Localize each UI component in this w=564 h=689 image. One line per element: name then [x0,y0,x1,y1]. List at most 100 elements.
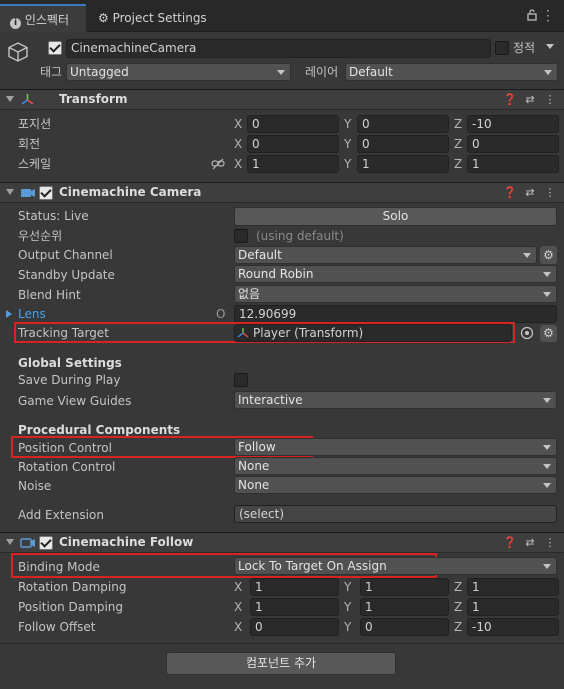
save-during-play-checkbox[interactable] [234,373,248,387]
position-z-field[interactable]: -10 [467,115,559,133]
tag-label: 태그 [40,65,63,79]
foldout-arrow-icon[interactable] [6,189,14,195]
tracking-target-field[interactable]: Player (Transform) [234,324,512,342]
rotation-damping-y-field[interactable]: 1 [360,578,449,596]
add-extension-dropdown[interactable]: (select) [234,505,557,523]
game-view-guides-label: Game View Guides [18,394,132,408]
standby-update-label: Standby Update [18,268,115,282]
more-icon[interactable]: ⋮ [543,93,557,107]
lens-label[interactable]: Lens [18,305,46,323]
axis-x[interactable]: X [234,135,242,153]
game-view-guides-dropdown[interactable]: Interactive [234,391,557,409]
axis-z[interactable]: Z [454,135,462,153]
gear-icon[interactable]: ⚙ [540,246,557,264]
gear-icon: ⚙ [98,11,109,25]
axis-x[interactable]: X [234,115,242,133]
lens-field[interactable]: 12.90699 [234,305,557,323]
foldout-arrow-icon[interactable] [6,96,14,102]
binding-mode-dropdown[interactable]: Lock To Target On Assign [234,557,557,575]
layer-label: 레이어 [305,65,339,79]
add-component-button[interactable]: 컴포넌트 추가 [166,652,396,675]
lock-icon[interactable] [526,9,538,21]
axis-x[interactable]: X [234,578,242,596]
gameobject-cube-icon [6,40,30,64]
scale-label: 스케일 [18,157,52,171]
transform-header[interactable]: Transform ❓ ⇄ ⋮ [0,89,564,110]
foldout-arrow-icon[interactable] [6,539,14,545]
scale-x-field[interactable]: 1 [247,155,339,173]
output-channel-label: Output Channel [18,248,113,262]
preset-icon[interactable]: ⇄ [523,186,537,200]
position-y-field[interactable]: 0 [357,115,449,133]
help-icon[interactable]: ❓ [503,536,517,550]
rotation-z-field[interactable]: 0 [467,135,559,153]
cinemachine-follow-header[interactable]: Cinemachine Follow ❓ ⇄ ⋮ [0,532,564,553]
axis-y[interactable]: Y [344,598,351,616]
position-damping-label: Position Damping [18,600,123,614]
help-icon[interactable]: ❓ [503,93,517,107]
static-dropdown-icon[interactable] [546,44,554,49]
axis-y[interactable]: Y [344,618,351,636]
scale-z-field[interactable]: 1 [467,155,559,173]
preset-icon[interactable]: ⇄ [523,536,537,550]
transform-icon [237,327,249,339]
rotation-y-field[interactable]: 0 [357,135,449,153]
axis-y[interactable]: Y [344,578,351,596]
preset-icon[interactable]: ⇄ [523,93,537,107]
position-control-dropdown[interactable]: Follow [234,438,557,456]
axis-z[interactable]: Z [454,155,462,173]
more-menu-icon[interactable]: · · · [546,5,552,27]
object-picker-icon[interactable] [520,326,534,340]
axis-z[interactable]: Z [454,618,462,636]
static-checkbox[interactable] [495,41,509,55]
transform-icon [20,92,35,107]
active-checkbox[interactable] [48,41,62,55]
object-name-field[interactable]: CinemachineCamera [66,39,491,58]
axis-y[interactable]: Y [344,115,351,133]
position-control-label: Position Control [18,441,112,455]
procedural-components-heading: Procedural Components [18,423,181,437]
standby-update-dropdown[interactable]: Round Robin [234,265,557,283]
rotation-control-dropdown[interactable]: None [234,457,557,475]
constrain-proportions-icon[interactable] [211,158,225,170]
component-enabled-checkbox[interactable] [39,536,53,550]
rotation-damping-x-field[interactable]: 1 [250,578,339,596]
follow-offset-z-field[interactable]: -10 [467,618,559,636]
gear-icon[interactable]: ⚙ [540,325,557,342]
status-label: Status: Live [18,209,89,223]
position-damping-x-field[interactable]: 1 [250,598,339,616]
follow-offset-x-field[interactable]: 0 [250,618,339,636]
position-damping-z-field[interactable]: 1 [467,598,559,616]
help-icon[interactable]: ❓ [503,186,517,200]
blend-hint-label: Blend Hint [18,288,81,302]
axis-z[interactable]: Z [454,578,462,596]
noise-dropdown[interactable]: None [234,476,557,494]
axis-z[interactable]: Z [454,598,462,616]
rotation-damping-z-field[interactable]: 1 [467,578,559,596]
position-damping-y-field[interactable]: 1 [360,598,449,616]
tab-project-settings[interactable]: ⚙ Project Settings [88,4,218,32]
axis-y[interactable]: Y [344,155,351,173]
tag-dropdown[interactable]: Untagged [66,63,291,81]
follow-offset-y-field[interactable]: 0 [360,618,449,636]
solo-button[interactable]: Solo [234,207,557,226]
output-channel-dropdown[interactable]: Default [234,246,537,264]
more-icon[interactable]: ⋮ [543,536,557,550]
scale-y-field[interactable]: 1 [357,155,449,173]
axis-x[interactable]: X [234,618,242,636]
axis-x[interactable]: X [234,598,242,616]
lens-foldout-icon[interactable] [6,310,12,318]
layer-dropdown[interactable]: Default [345,63,558,81]
position-x-field[interactable]: 0 [247,115,339,133]
blend-hint-dropdown[interactable]: 없음 [234,285,557,303]
tab-inspector[interactable]: i 인스펙터 [0,4,86,32]
component-enabled-checkbox[interactable] [39,186,53,200]
axis-x[interactable]: X [234,155,242,173]
tracking-target-label: Tracking Target [18,326,109,340]
rotation-x-field[interactable]: 0 [247,135,339,153]
cinemachine-camera-header[interactable]: Cinemachine Camera ❓ ⇄ ⋮ [0,182,564,203]
priority-checkbox[interactable] [234,229,248,243]
axis-z[interactable]: Z [454,115,462,133]
axis-y[interactable]: Y [344,135,351,153]
more-icon[interactable]: ⋮ [543,186,557,200]
